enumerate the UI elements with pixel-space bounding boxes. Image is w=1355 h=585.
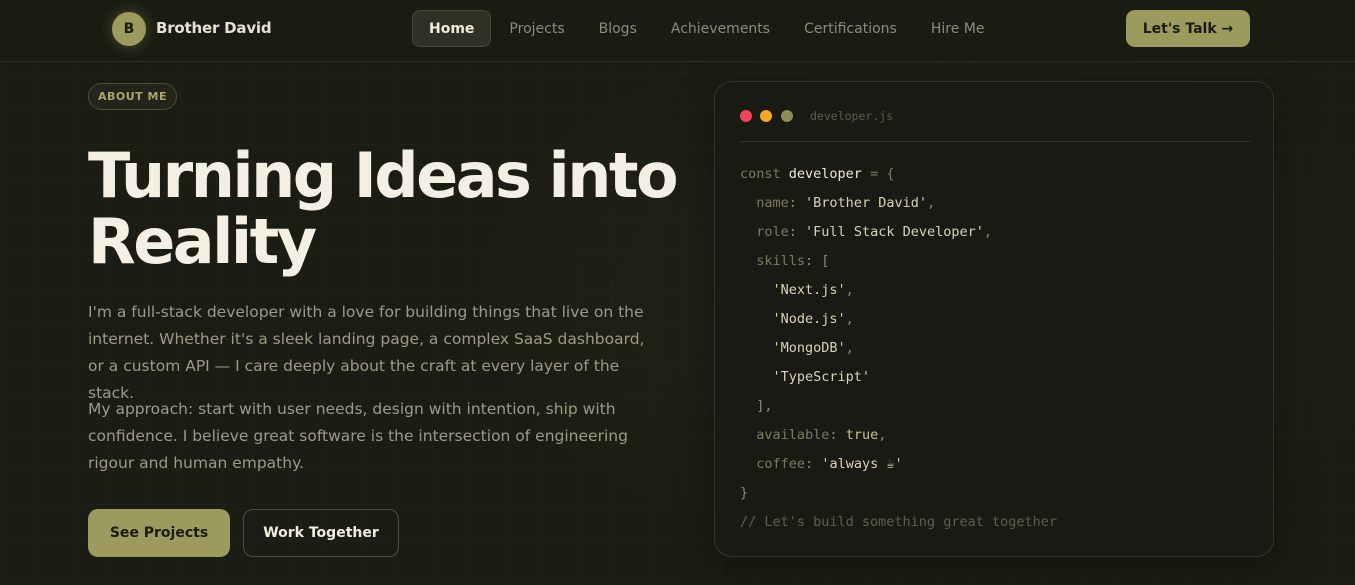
title-line-1: Turning Ideas into bbox=[88, 139, 679, 212]
window-close-dot bbox=[740, 110, 752, 122]
code-line: 'Node.js', bbox=[772, 311, 854, 327]
work-together-button[interactable]: Work Together bbox=[243, 509, 399, 557]
navbar: B Brother David Home Projects Blogs Achi… bbox=[0, 0, 1355, 62]
code-line: 'Next.js', bbox=[772, 282, 854, 298]
see-projects-button[interactable]: See Projects bbox=[88, 509, 230, 557]
lets-talk-button[interactable]: Let's Talk → bbox=[1126, 10, 1250, 47]
code-key-skills: skills bbox=[756, 253, 806, 269]
logo-badge[interactable]: B bbox=[112, 12, 146, 46]
page-title: Turning Ideas into Reality bbox=[88, 143, 688, 275]
nav-link-blogs[interactable]: Blogs bbox=[583, 10, 653, 47]
code-line: skills: [ bbox=[756, 253, 830, 269]
nav-links: Home Projects Blogs Achievements Certifi… bbox=[412, 10, 1002, 47]
code-line: role: 'Full Stack Developer', bbox=[756, 224, 992, 240]
about-me-badge: ABOUT ME bbox=[88, 83, 177, 110]
code-skill: 'Next.js' bbox=[772, 282, 846, 298]
code-line: const developer = { bbox=[740, 166, 895, 182]
nav-link-home[interactable]: Home bbox=[412, 10, 492, 47]
code-key-coffee: coffee bbox=[756, 456, 806, 472]
code-block: const developer = { name: 'Brother David… bbox=[740, 160, 1057, 537]
code-comment: // Let's build something great together bbox=[740, 514, 1057, 530]
logo-name[interactable]: Brother David bbox=[156, 19, 272, 37]
intro-paragraph: I'm a full-stack developer with a love f… bbox=[88, 303, 645, 402]
code-line: 'TypeScript' bbox=[740, 363, 1057, 392]
code-key-role: role bbox=[756, 224, 789, 240]
code-line: ], bbox=[756, 398, 773, 414]
code-value-coffee: 'always ☕' bbox=[821, 456, 903, 472]
title-line-2: Reality bbox=[88, 205, 317, 278]
code-value-name: 'Brother David' bbox=[805, 195, 927, 211]
code-key-name: name bbox=[756, 195, 789, 211]
code-skill: 'Node.js' bbox=[772, 311, 846, 327]
code-line: } bbox=[740, 485, 749, 501]
code-line: coffee: 'always ☕' bbox=[756, 456, 903, 472]
code-variable: developer bbox=[788, 166, 862, 182]
window-maximize-dot bbox=[781, 110, 793, 122]
nav-link-certifications[interactable]: Certifications bbox=[788, 10, 913, 47]
nav-link-achievements[interactable]: Achievements bbox=[655, 10, 786, 47]
code-value-role: 'Full Stack Developer' bbox=[805, 224, 984, 240]
code-window: developer.js const developer = { name: '… bbox=[714, 81, 1274, 557]
code-keyword: const bbox=[740, 166, 781, 182]
code-skill: 'TypeScript' bbox=[772, 369, 871, 385]
code-value-available: true bbox=[845, 427, 879, 443]
approach-paragraph: My approach: start with user needs, desi… bbox=[88, 400, 628, 472]
code-line: available: true, bbox=[756, 427, 887, 443]
window-minimize-dot bbox=[760, 110, 772, 122]
code-key-available: available bbox=[756, 427, 830, 443]
code-line: 'MongoDB', bbox=[772, 340, 854, 356]
code-file-name: developer.js bbox=[810, 109, 894, 123]
code-divider bbox=[740, 141, 1250, 142]
nav-link-hire-me[interactable]: Hire Me bbox=[915, 10, 1001, 47]
code-line: name: 'Brother David', bbox=[756, 195, 936, 211]
code-skill: 'MongoDB' bbox=[772, 340, 846, 356]
nav-link-projects[interactable]: Projects bbox=[493, 10, 580, 47]
